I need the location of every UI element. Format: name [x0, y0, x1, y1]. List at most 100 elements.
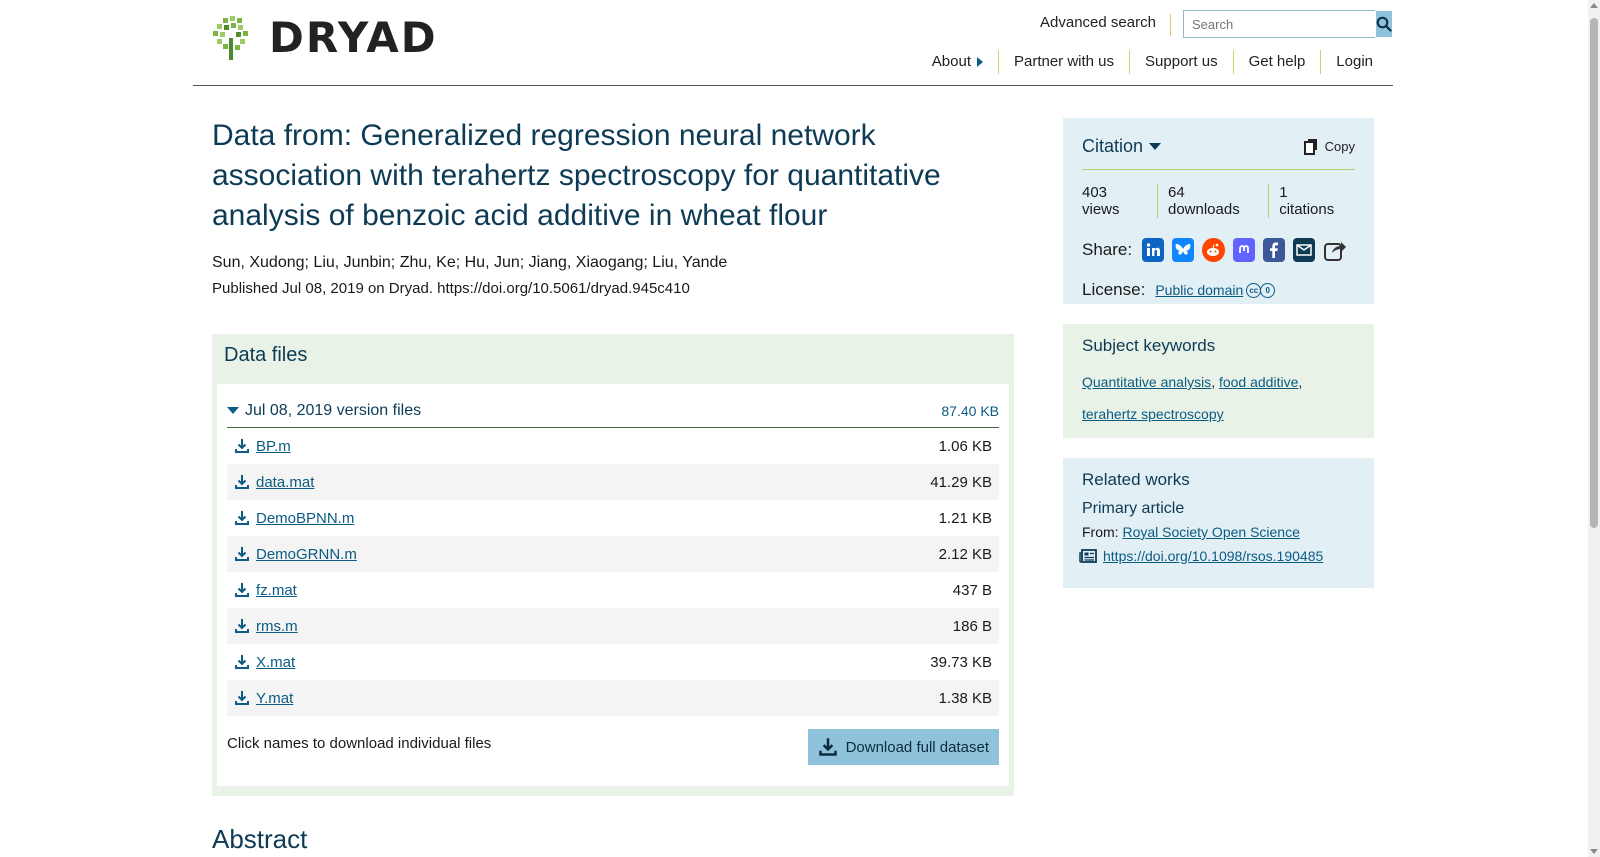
- keyword-separator: ,: [1298, 374, 1303, 390]
- cc-icon: cc: [1246, 282, 1262, 298]
- vertical-scrollbar[interactable]: [1588, 0, 1600, 857]
- data-files-footer: Click names to download individual files…: [227, 729, 999, 765]
- file-link[interactable]: fz.mat: [256, 582, 297, 599]
- mastodon-glyph: [1238, 245, 1249, 253]
- license-link[interactable]: Public domain: [1155, 282, 1243, 298]
- file-link[interactable]: rms.m: [256, 618, 298, 635]
- data-files-panel: Data files Jul 08, 2019 version files 87…: [212, 334, 1014, 796]
- file-name-wrap: DemoBPNN.m: [234, 510, 354, 527]
- email-icon[interactable]: [1292, 238, 1316, 262]
- reddit-icon[interactable]: [1202, 238, 1225, 262]
- scroll-up-icon[interactable]: [1590, 3, 1598, 8]
- main-nav: About Partner with us Support us Get hel…: [917, 50, 1373, 74]
- download-icon: [235, 691, 249, 705]
- version-size: 87.40 KB: [941, 402, 999, 419]
- nav-login[interactable]: Login: [1320, 50, 1373, 74]
- copy-icon: [1303, 138, 1317, 155]
- related-from: From: Royal Society Open Science: [1082, 524, 1355, 540]
- file-row: DemoBPNN.m 1.21 KB: [227, 500, 999, 536]
- file-name-wrap: fz.mat: [234, 582, 297, 599]
- logo-wordmark: DRYAD: [269, 13, 438, 62]
- dataset-authors: Sun, Xudong; Liu, Junbin; Zhu, Ke; Hu, J…: [212, 254, 728, 271]
- primary-article-label: Primary article: [1082, 500, 1185, 517]
- file-name-wrap: BP.m: [234, 438, 291, 455]
- download-icon: [235, 547, 249, 561]
- download-icon: [235, 475, 249, 489]
- file-link[interactable]: X.mat: [256, 654, 295, 671]
- nav-support[interactable]: Support us: [1129, 50, 1233, 74]
- related-doi-link[interactable]: https://doi.org/10.1098/rsos.190485: [1103, 548, 1323, 564]
- zero-icon: 0: [1260, 282, 1276, 298]
- file-rows: BP.m 1.06 KB data.mat 41.29 KB DemoBPNN.…: [227, 428, 999, 716]
- search-button[interactable]: [1376, 11, 1392, 37]
- keyword-link[interactable]: terahertz spectroscopy: [1082, 406, 1224, 422]
- share-row: Share:: [1082, 238, 1355, 262]
- bluesky-icon[interactable]: [1172, 238, 1195, 262]
- file-link[interactable]: Y.mat: [256, 690, 293, 707]
- download-icon: [818, 738, 837, 756]
- share-external-icon[interactable]: [1323, 238, 1347, 262]
- version-label-wrap: Jul 08, 2019 version files: [227, 402, 421, 420]
- tree-logo-icon: [213, 16, 248, 60]
- file-row: X.mat 39.73 KB: [227, 644, 999, 680]
- file-name-wrap: DemoGRNN.m: [234, 546, 357, 563]
- download-full-dataset-button[interactable]: Download full dataset: [807, 729, 999, 765]
- dryad-logo[interactable]: DRYAD: [213, 16, 438, 60]
- file-size: 39.73 KB: [930, 653, 992, 671]
- copy-label: Copy: [1324, 139, 1355, 154]
- citation-toggle[interactable]: Citation: [1082, 136, 1162, 157]
- license-row: License: Public domain cc 0: [1082, 280, 1355, 300]
- keyword-link[interactable]: Quantitative analysis: [1082, 374, 1211, 390]
- file-size: 1.21 KB: [938, 509, 992, 527]
- keywords-line: Quantitative analysis, food additive,: [1082, 366, 1355, 398]
- keywords-panel: Subject keywords Quantitative analysis, …: [1063, 324, 1374, 438]
- keyword-separator: ,: [1211, 374, 1216, 390]
- linkedin-icon[interactable]: [1142, 238, 1165, 262]
- search-input[interactable]: [1184, 11, 1376, 37]
- version-toggle[interactable]: Jul 08, 2019 version files 87.40 KB: [227, 394, 999, 428]
- advanced-search-link[interactable]: Advanced search: [1040, 14, 1171, 36]
- mastodon-icon[interactable]: [1232, 238, 1255, 262]
- keywords-line: terahertz spectroscopy: [1082, 398, 1355, 430]
- file-link[interactable]: DemoGRNN.m: [256, 546, 357, 563]
- keywords-title: Subject keywords: [1082, 336, 1216, 355]
- search-icon: [1376, 16, 1392, 32]
- related-works-title: Related works: [1082, 470, 1190, 489]
- related-works-panel: Related works Primary article From: Roya…: [1063, 458, 1374, 588]
- scroll-thumb[interactable]: [1590, 18, 1598, 528]
- newspaper-icon: [1079, 549, 1097, 563]
- file-size: 1.38 KB: [938, 689, 992, 707]
- dataset-published: Published Jul 08, 2019 on Dryad. https:/…: [212, 280, 690, 297]
- download-icon: [235, 583, 249, 597]
- nav-about[interactable]: About: [917, 50, 998, 74]
- metrics: 403 views 64 downloads 1 citations: [1082, 184, 1355, 218]
- reddit-glyph: [1207, 243, 1220, 256]
- share-label: Share:: [1082, 240, 1133, 259]
- download-icon: [235, 511, 249, 525]
- nav-help[interactable]: Get help: [1232, 50, 1321, 74]
- keyword-link[interactable]: food additive: [1219, 374, 1298, 390]
- facebook-glyph: [1269, 242, 1278, 258]
- file-row: BP.m 1.06 KB: [227, 428, 999, 464]
- file-link[interactable]: data.mat: [256, 474, 314, 491]
- file-size: 186 B: [952, 617, 992, 635]
- citations-count: 1 citations: [1268, 184, 1355, 218]
- citation-title: Citation: [1082, 136, 1144, 156]
- journal-link[interactable]: Royal Society Open Science: [1122, 524, 1299, 540]
- copy-citation-button[interactable]: Copy: [1303, 138, 1355, 156]
- download-icon: [235, 619, 249, 633]
- downloads-count: 64 downloads: [1156, 184, 1268, 218]
- file-row: data.mat 41.29 KB: [227, 464, 999, 500]
- file-name-wrap: X.mat: [234, 654, 295, 671]
- scroll-down-icon[interactable]: [1590, 849, 1598, 854]
- caret-right-icon: [976, 57, 983, 67]
- public-domain-icon: cc 0: [1246, 282, 1276, 298]
- file-link[interactable]: BP.m: [256, 438, 291, 455]
- search-form: [1183, 10, 1392, 38]
- file-link[interactable]: DemoBPNN.m: [256, 510, 354, 527]
- facebook-icon[interactable]: [1262, 238, 1285, 262]
- file-name-wrap: rms.m: [234, 618, 298, 635]
- download-full-dataset-label: Download full dataset: [845, 738, 989, 756]
- nav-partner[interactable]: Partner with us: [997, 50, 1129, 74]
- version-label: Jul 08, 2019 version files: [245, 401, 422, 419]
